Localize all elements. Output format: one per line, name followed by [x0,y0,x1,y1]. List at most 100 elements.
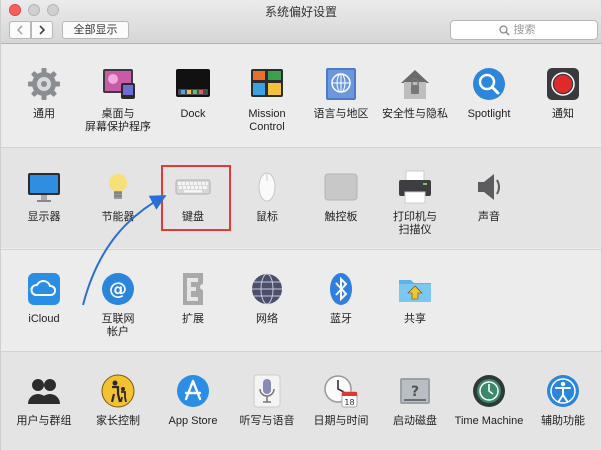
titlebar: 系统偏好设置 全部显示 [1,0,601,44]
spotlight-magnifier-icon [470,65,508,103]
clock-calendar-icon: 18 [322,372,360,410]
pref-label: Time Machine [454,415,524,427]
pref-label: 互联网 帐户 [101,313,135,338]
chevron-right-icon [39,25,46,35]
pref-mission-control[interactable]: Mission Control [230,65,304,134]
gear-icon [25,65,63,103]
pref-label: 通知 [552,108,574,120]
dock-icon [174,65,212,103]
pref-label: App Store [168,415,218,427]
accessibility-icon [544,372,582,410]
pref-displays[interactable]: 显示器 [7,168,81,224]
pref-sharing[interactable]: 共享 [378,270,452,326]
pref-label: 启动磁盘 [393,415,437,427]
pref-label: 用户与群组 [16,415,72,427]
pref-label: 扩展 [182,313,204,325]
startup-disk-icon: ? [396,372,434,410]
speaker-icon [470,168,508,206]
pref-label: 听写与语音 [239,415,295,427]
pref-date-time[interactable]: 18 日期与时间 [304,372,378,428]
icloud-icon [25,270,63,308]
show-all-button[interactable]: 全部显示 [62,21,129,39]
trackpad-icon [322,168,360,206]
internet-accounts-at-icon: @ [99,270,137,308]
pref-parental-controls[interactable]: 家长控制 [81,372,155,428]
pref-security-privacy[interactable]: 安全性与隐私 [378,65,452,121]
microphone-icon [248,372,286,410]
search-icon [498,24,509,35]
language-region-icon [322,65,360,103]
extensions-icon [174,270,212,308]
section-internet-wireless: iCloud @ 互联网 帐户 扩展 网络 蓝牙 共享 [1,249,601,350]
users-groups-icon [25,372,63,410]
pref-spotlight[interactable]: Spotlight [452,65,526,121]
pref-mouse[interactable]: 鼠标 [230,168,304,224]
pref-label: Dock [180,108,206,120]
pref-label: 显示器 [27,211,61,223]
mouse-icon [248,168,286,206]
pref-trackpad[interactable]: 触控板 [304,168,378,224]
printer-icon [396,168,434,206]
pref-energy-saver[interactable]: 节能器 [81,168,155,224]
pref-time-machine[interactable]: Time Machine [452,372,526,428]
pref-label: 安全性与隐私 [382,108,448,120]
pref-label: 声音 [478,211,500,223]
search-field[interactable] [450,20,598,40]
pref-label: 蓝牙 [330,313,352,325]
section-hardware: 显示器 节能器 键盘 鼠标 触控板 打印机与 扫描仪 声音 [1,147,601,248]
section-personal: 通用 桌面与 屏幕保护程序 Dock Mission Control 语言与地区… [1,45,601,146]
calendar-date-text: 18 [344,398,354,407]
mission-control-icon [248,65,286,103]
security-house-icon [396,65,434,103]
pref-label: 打印机与 扫描仪 [393,211,437,236]
pref-app-store[interactable]: App Store [156,372,230,428]
forward-button[interactable] [31,21,53,39]
pref-notifications[interactable]: 通知 [526,65,600,121]
pref-desktop-screensaver[interactable]: 桌面与 屏幕保护程序 [81,65,155,134]
pref-label: 辅助功能 [541,415,585,427]
pref-label: 通用 [33,108,55,120]
network-globe-icon [248,270,286,308]
search-input[interactable] [513,24,550,36]
time-machine-icon [470,372,508,410]
svg-text:?: ? [411,384,419,400]
back-button[interactable] [9,21,31,39]
pref-accessibility[interactable]: 辅助功能 [526,372,600,428]
pref-icloud[interactable]: iCloud [7,270,81,326]
system-preferences-window: 系统偏好设置 全部显示 搜索 通用 桌面与 屏幕保护程序 Dock Missio… [0,0,602,450]
pref-dictation-speech[interactable]: 听写与语音 [230,372,304,428]
pref-language-region[interactable]: 语言与地区 [304,65,378,121]
pref-label: iCloud [28,313,60,325]
chevron-left-icon [16,25,23,35]
bluetooth-icon [322,270,360,308]
pref-label: 桌面与 屏幕保护程序 [85,108,151,133]
sharing-folder-icon [396,270,434,308]
pref-label: 触控板 [324,211,358,223]
pref-label: Mission Control [248,108,286,133]
pref-sound[interactable]: 声音 [452,168,526,224]
window-title: 系统偏好设置 [264,5,337,19]
pref-network[interactable]: 网络 [230,270,304,326]
pref-bluetooth[interactable]: 蓝牙 [304,270,378,326]
pref-internet-accounts[interactable]: @ 互联网 帐户 [81,270,155,339]
svg-text:@: @ [109,279,127,300]
pref-users-groups[interactable]: 用户与群组 [7,372,81,428]
pref-label: 节能器 [101,211,135,223]
pref-extensions[interactable]: 扩展 [156,270,230,326]
pref-general[interactable]: 通用 [7,65,81,121]
pref-label: 网络 [256,313,278,325]
pref-label: 日期与时间 [313,415,369,427]
display-icon [25,168,63,206]
lightbulb-icon [99,168,137,206]
pref-printers-scanners[interactable]: 打印机与 扫描仪 [378,168,452,237]
app-store-icon [174,372,212,410]
pref-dock[interactable]: Dock [156,65,230,121]
section-system: 用户与群组 家长控制 App Store 听写与语音 18 日期与时间 ? 启动… [1,351,601,450]
notifications-icon [544,65,582,103]
pref-label: 共享 [404,313,426,325]
pref-label: Spotlight [467,108,511,120]
desktop-screensaver-icon [99,65,137,103]
pref-label: 鼠标 [256,211,278,223]
pref-startup-disk[interactable]: ? 启动磁盘 [378,372,452,428]
pref-label: 家长控制 [96,415,140,427]
